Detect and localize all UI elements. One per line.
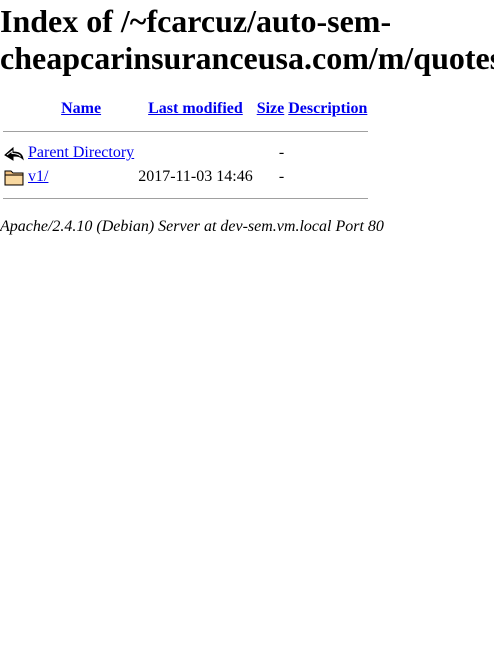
back-arrow-icon <box>4 146 24 161</box>
page-title-line-1: Index of /~fcarcuz/auto-sem- <box>0 3 392 39</box>
page-title-line-2: cheapcarinsuranceusa.com/m/quotes <box>0 40 494 76</box>
description-cell <box>287 142 368 164</box>
size-cell: - <box>278 144 285 161</box>
header-divider <box>3 131 369 132</box>
separator-row <box>3 190 369 199</box>
header-row: Name Last modified Size Description <box>3 98 368 120</box>
sort-by-description-link[interactable]: Description <box>288 100 367 117</box>
folder-icon <box>4 170 24 186</box>
separator-row <box>3 122 369 140</box>
icon-header <box>3 98 25 120</box>
sort-by-last-modified-link[interactable]: Last modified <box>148 100 243 117</box>
size-cell: - <box>278 168 285 185</box>
footer-divider <box>3 198 369 199</box>
directory-listing: Name Last modified Size Description Pare… <box>1 96 370 201</box>
sort-by-name-link[interactable]: Name <box>61 100 101 117</box>
description-cell <box>287 166 368 188</box>
last-modified-cell: 2017-11-03 14:46 <box>138 168 253 185</box>
v1-folder-link[interactable]: v1/ <box>28 168 48 185</box>
server-signature: Apache/2.4.10 (Debian) Server at dev-sem… <box>0 218 384 235</box>
page-title: Index of /~fcarcuz/auto-sem- cheapcarins… <box>0 3 494 77</box>
table-row: Parent Directory - <box>3 142 368 164</box>
parent-directory-link[interactable]: Parent Directory <box>28 144 134 161</box>
sort-by-size-link[interactable]: Size <box>257 100 285 117</box>
table-row: v1/ 2017-11-03 14:46 - <box>3 166 368 188</box>
last-modified-cell <box>137 142 254 164</box>
